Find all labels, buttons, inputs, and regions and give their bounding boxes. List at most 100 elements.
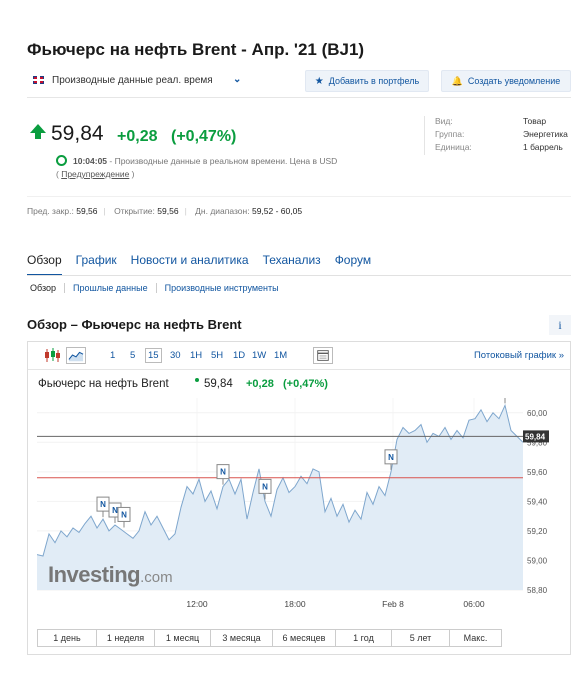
table-icon[interactable] bbox=[313, 347, 333, 364]
x-tick-label: Feb 8 bbox=[382, 599, 404, 609]
streaming-chart-link[interactable]: Потоковый график » bbox=[474, 350, 564, 361]
instrument-info: Вид: Товар Группа: Энергетика Единица: 1 ба… bbox=[424, 116, 574, 155]
info-value: 1 баррель bbox=[523, 142, 563, 152]
investing-logo: Investing.com bbox=[48, 562, 173, 588]
day-range-label: Дн. диапазон: bbox=[195, 206, 250, 216]
y-tick-label: 59,20 bbox=[527, 527, 548, 536]
tab-news[interactable]: Новости и аналитика bbox=[131, 253, 249, 276]
tab-technical[interactable]: Теханализ bbox=[263, 253, 321, 276]
period-option[interactable]: Макс. bbox=[449, 630, 501, 646]
clock-icon bbox=[56, 155, 67, 166]
news-marker-label: N bbox=[121, 510, 127, 519]
timeframe-option-selected[interactable]: 15 bbox=[145, 348, 162, 363]
timeframe-option[interactable]: 5 bbox=[130, 350, 135, 361]
quote-time: 10:04:05 bbox=[73, 156, 108, 166]
tabs-divider bbox=[27, 275, 571, 276]
star-icon: ★ bbox=[314, 75, 324, 87]
info-row: Вид: Товар bbox=[435, 116, 574, 129]
open-value: 59,56 bbox=[157, 206, 179, 216]
instrument-subbar: Производные данные реал. время ⌄ ★ Добав… bbox=[27, 66, 571, 98]
x-tick-label: 06:00 bbox=[463, 599, 485, 609]
news-marker-label: N bbox=[112, 506, 118, 515]
chart-toolbar: 1 5 15 30 1H 5H 1D 1W 1M Потоковый графи… bbox=[28, 342, 570, 370]
info-label: Единица: bbox=[435, 142, 472, 152]
y-tick-label: 59,40 bbox=[527, 497, 548, 506]
price-change: +0,28 bbox=[117, 128, 158, 145]
chart-instrument-name: Фьючерс на нефть Brent bbox=[38, 378, 169, 390]
news-marker-label: N bbox=[100, 500, 106, 509]
create-alert-button[interactable]: 🔔 Создать уведомление bbox=[441, 70, 571, 92]
sub-tabs: Обзор Прошлые данные Производные инструм… bbox=[30, 283, 287, 293]
add-to-portfolio-button[interactable]: ★ Добавить в портфель bbox=[305, 70, 429, 92]
period-selector: 1 день 1 неделя 1 месяц 3 месяца 6 месяц… bbox=[37, 629, 502, 647]
create-alert-label: Создать уведомление bbox=[467, 76, 561, 86]
prev-close-value: 59,56 bbox=[76, 206, 98, 216]
page-title: Фьючерс на нефть Brent - Апр. '21 (BJ1) bbox=[27, 40, 365, 59]
info-value: Товар bbox=[523, 116, 547, 126]
uk-flag-icon bbox=[33, 76, 44, 84]
disclaimer: ( Предупреждение ) bbox=[56, 169, 135, 179]
news-marker: N bbox=[96, 496, 110, 518]
news-marker-label: N bbox=[388, 453, 394, 462]
y-tick-label: 59,00 bbox=[527, 556, 548, 565]
info-value: Энергетика bbox=[523, 129, 568, 139]
last-price-tag-label: 59,84 bbox=[525, 432, 546, 441]
period-option[interactable]: 1 день bbox=[38, 630, 96, 646]
period-option[interactable]: 1 неделя bbox=[96, 630, 154, 646]
y-tick-label: 59,60 bbox=[527, 468, 548, 477]
bell-icon: 🔔 bbox=[451, 75, 463, 86]
area-chart-icon[interactable] bbox=[66, 347, 86, 364]
period-option[interactable]: 3 месяца bbox=[210, 630, 272, 646]
quote-stats: Пред. закр.: 59,56 | Открытие: 59,56 | Дн.… bbox=[27, 206, 303, 216]
news-marker-label: N bbox=[220, 468, 226, 477]
info-label: Группа: bbox=[435, 129, 465, 139]
live-dot-icon bbox=[195, 378, 199, 382]
y-tick-label: 58,80 bbox=[527, 586, 548, 595]
tab-overview[interactable]: Обзор bbox=[27, 253, 62, 276]
info-row: Единица: 1 баррель bbox=[435, 142, 574, 155]
x-tick-label: 18:00 bbox=[284, 599, 306, 609]
tab-chart[interactable]: График bbox=[76, 253, 117, 276]
timeframe-option[interactable]: 1D bbox=[233, 350, 245, 361]
info-row: Группа: Энергетика bbox=[435, 129, 574, 142]
candlestick-icon[interactable] bbox=[42, 347, 62, 364]
period-option[interactable]: 1 год bbox=[335, 630, 391, 646]
up-arrow-stem bbox=[35, 132, 41, 139]
timeframe-option[interactable]: 1M bbox=[274, 350, 287, 361]
subtab-derivatives[interactable]: Производные инструменты bbox=[155, 283, 287, 293]
chart-change-percent: (+0,47%) bbox=[283, 378, 328, 390]
divider bbox=[27, 196, 571, 197]
y-tick-label: 60,00 bbox=[527, 409, 548, 418]
timeframe-option[interactable]: 30 bbox=[170, 350, 181, 361]
tab-forum[interactable]: Форум bbox=[335, 253, 371, 276]
timeframe-option[interactable]: 1W bbox=[252, 350, 266, 361]
price-change-percent: (+0,47%) bbox=[171, 128, 237, 145]
info-icon[interactable]: i bbox=[549, 315, 571, 335]
logo-main: Investing bbox=[48, 562, 141, 587]
last-price: 59,84 bbox=[51, 122, 104, 145]
realtime-note: 10:04:05 - Производные данные в реальном… bbox=[73, 156, 337, 166]
disclaimer-link[interactable]: Предупреждение bbox=[61, 169, 129, 179]
subtab-historical-data[interactable]: Прошлые данные bbox=[64, 283, 156, 293]
news-marker: N bbox=[504, 398, 506, 404]
disclaimer-close: ) bbox=[129, 169, 135, 179]
main-tabs: Обзор График Новости и аналитика Теханал… bbox=[27, 253, 371, 276]
add-to-portfolio-label: Добавить в портфель bbox=[328, 76, 420, 86]
data-source-label[interactable]: Производные данные реал. время bbox=[52, 75, 213, 86]
overview-title: Обзор – Фьючерс на нефть Brent bbox=[27, 317, 242, 332]
open-label: Открытие: bbox=[114, 206, 155, 216]
period-option[interactable]: 1 месяц bbox=[154, 630, 210, 646]
news-marker: N bbox=[117, 506, 131, 528]
chart-change: +0,28 bbox=[246, 378, 274, 390]
timeframe-option[interactable]: 1H bbox=[190, 350, 202, 361]
subtab-overview[interactable]: Обзор bbox=[30, 283, 64, 293]
realtime-text: - Производные данные в реальном времени.… bbox=[107, 156, 338, 166]
chevron-down-icon[interactable]: ⌄ bbox=[233, 74, 241, 85]
news-marker-label: N bbox=[262, 482, 268, 491]
period-option[interactable]: 6 месяцев bbox=[272, 630, 335, 646]
timeframe-option[interactable]: 1 bbox=[110, 350, 115, 361]
day-range-value: 59,52 - 60,05 bbox=[251, 206, 303, 216]
timeframe-option[interactable]: 5H bbox=[211, 350, 223, 361]
period-option[interactable]: 5 лет bbox=[391, 630, 449, 646]
prev-close-label: Пред. закр.: bbox=[27, 206, 74, 216]
